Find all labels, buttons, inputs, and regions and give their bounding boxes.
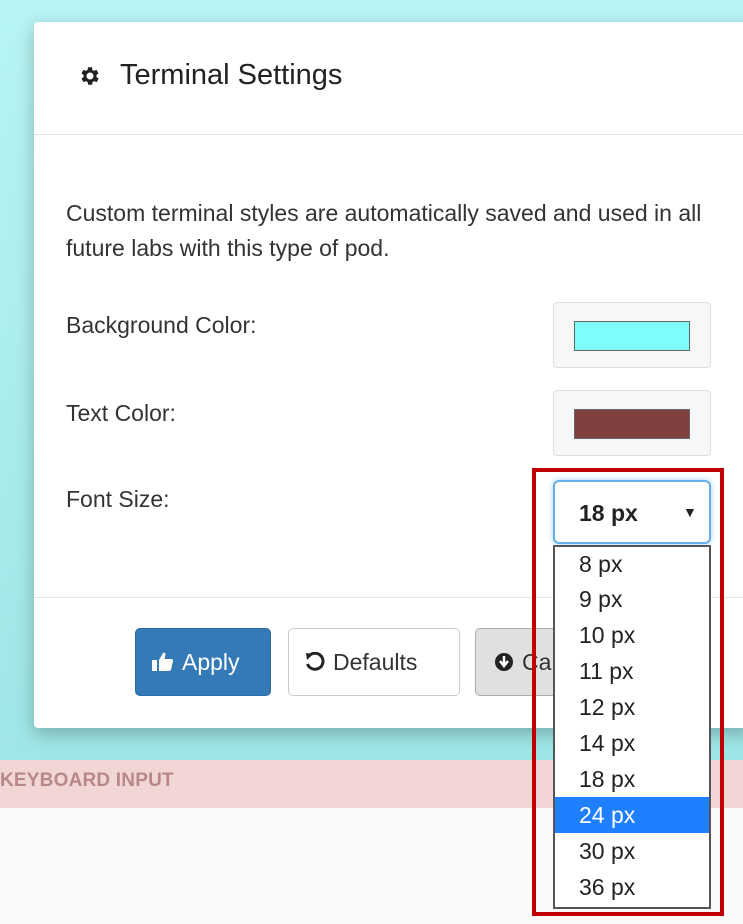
caret-down-icon: ▼ bbox=[683, 504, 697, 520]
gear-icon bbox=[81, 67, 99, 85]
font-size-option[interactable]: 36 px bbox=[555, 869, 709, 905]
text-color-label: Text Color: bbox=[66, 400, 176, 426]
defaults-button[interactable]: Defaults bbox=[288, 628, 460, 696]
modal-header: Terminal Settings bbox=[34, 22, 743, 135]
modal-title: Terminal Settings bbox=[120, 59, 343, 91]
settings-description: Custom terminal styles are automatically… bbox=[66, 200, 702, 261]
thumbs-up-icon bbox=[152, 652, 174, 671]
background-color-picker[interactable] bbox=[553, 302, 711, 368]
font-size-option[interactable]: 11 px bbox=[555, 653, 709, 689]
font-size-option[interactable]: 24 px bbox=[555, 797, 709, 833]
font-size-option[interactable]: 30 px bbox=[555, 833, 709, 869]
font-size-select[interactable]: 18 px ▼ bbox=[553, 480, 711, 544]
defaults-label: Defaults bbox=[333, 648, 418, 675]
circle-down-arrow-icon bbox=[495, 653, 513, 671]
font-size-label: Font Size: bbox=[66, 486, 170, 512]
apply-label: Apply bbox=[182, 648, 240, 675]
font-size-option[interactable]: 14 px bbox=[555, 725, 709, 761]
keyboard-input-label: KEYBOARD INPUT bbox=[0, 770, 174, 791]
background-color-swatch bbox=[574, 321, 690, 351]
font-size-option[interactable]: 9 px bbox=[555, 581, 709, 617]
font-size-option[interactable]: 8 px bbox=[555, 547, 709, 581]
undo-icon bbox=[306, 652, 325, 671]
font-size-option[interactable]: 18 px bbox=[555, 761, 709, 797]
apply-button[interactable]: Apply bbox=[135, 628, 271, 696]
text-color-picker[interactable] bbox=[553, 390, 711, 456]
font-size-dropdown-list[interactable]: 8 px 9 px 10 px 11 px 12 px 14 px 18 px 24 px 30… bbox=[553, 545, 711, 909]
font-size-option[interactable]: 10 px bbox=[555, 617, 709, 653]
font-size-option[interactable]: 12 px bbox=[555, 689, 709, 725]
font-size-selected-value: 18 px bbox=[579, 500, 638, 526]
text-color-swatch bbox=[574, 409, 690, 439]
background-color-label: Background Color: bbox=[66, 312, 257, 338]
